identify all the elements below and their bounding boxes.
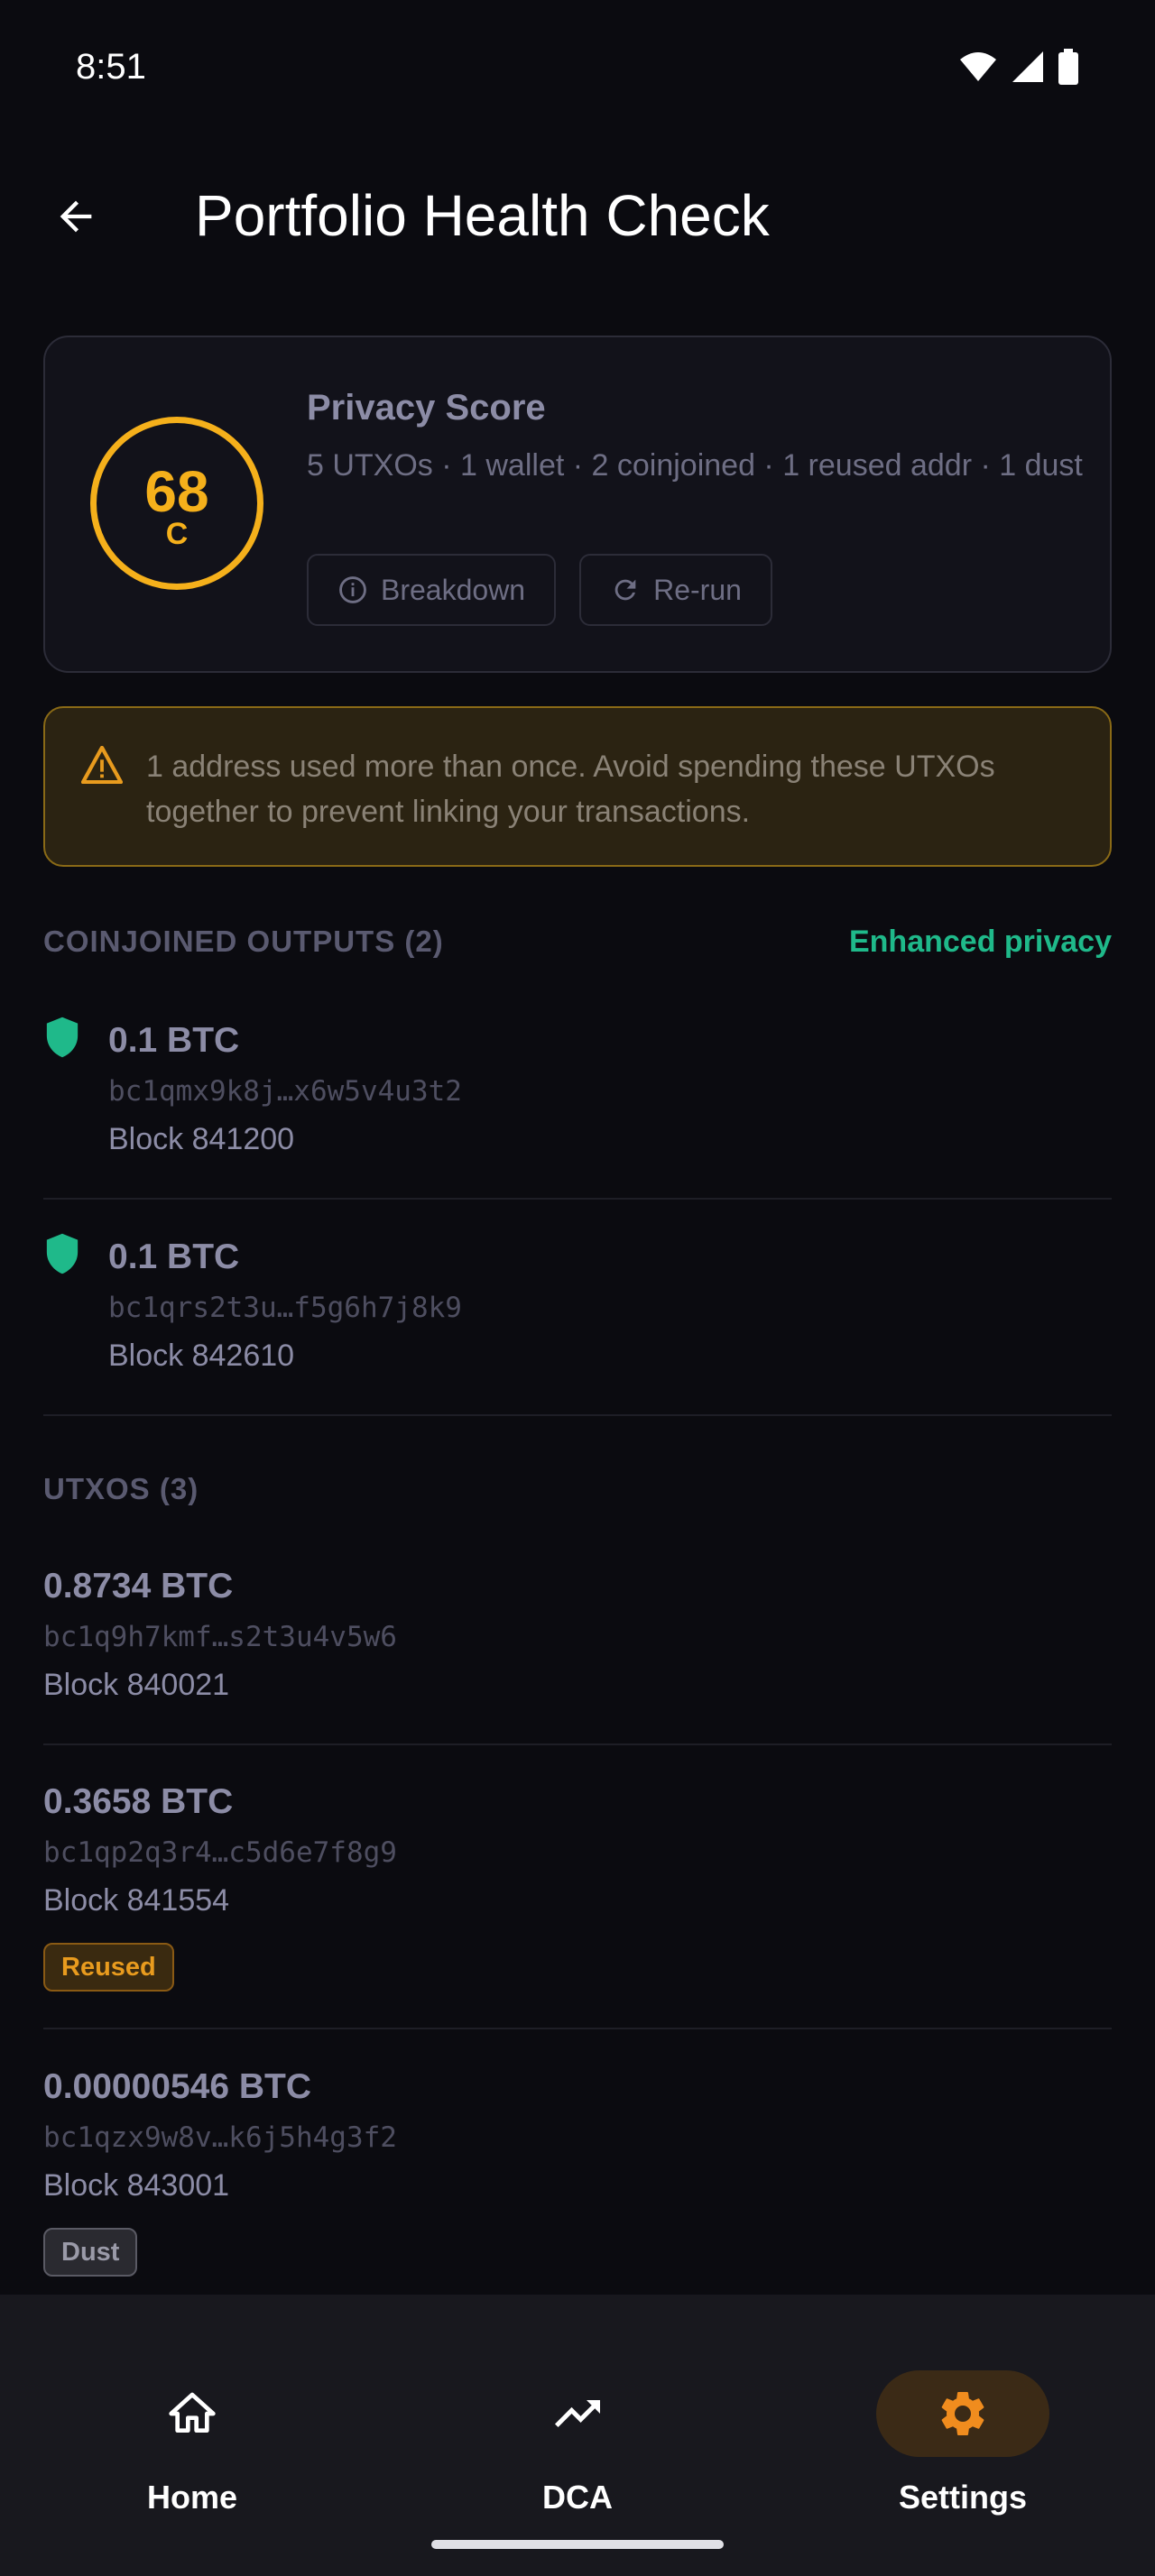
status-time: 8:51 — [76, 47, 146, 87]
utxo-amount: 0.00000546 BTC — [43, 2067, 312, 2106]
utxo-block: Block 841200 — [108, 1122, 295, 1156]
warning-icon — [81, 746, 123, 784]
score-value: 68 — [144, 459, 209, 524]
utxo-amount: 0.8734 BTC — [43, 1567, 234, 1605]
wifi-icon — [960, 52, 996, 81]
score-grade: C — [165, 517, 189, 551]
shield-icon — [46, 1017, 79, 1058]
signal-icon — [1012, 51, 1043, 82]
score-summary: 5 UTXOs · 1 wallet · 2 coinjoined · 1 re… — [307, 448, 1083, 483]
divider — [43, 1743, 1112, 1745]
breakdown-button[interactable]: Breakdown — [307, 554, 557, 626]
nav-item-dca[interactable]: DCA — [442, 2332, 713, 2516]
trending-up-icon — [555, 2400, 600, 2427]
list-item[interactable]: 0.1 BTC bc1qrs2t3u…f5g6h7j8k9 Block 8426… — [43, 1227, 1112, 1416]
nav-label-dca: DCA — [542, 2479, 613, 2516]
battery-icon — [1058, 49, 1078, 85]
home-icon — [169, 2392, 216, 2433]
nav-label-home: Home — [146, 2479, 238, 2516]
rerun-label: Re-run — [653, 573, 742, 606]
utxo-address: bc1qzx9w8v…k6j5h4g3f2 — [43, 2121, 397, 2154]
utxo-block: Block 842610 — [108, 1339, 295, 1373]
page-title: Portfolio Health Check — [195, 183, 770, 248]
dust-badge: Dust — [43, 2228, 138, 2277]
back-button[interactable] — [42, 182, 110, 251]
utxo-block: Block 840021 — [43, 1668, 230, 1702]
nav-label-settings: Settings — [898, 2479, 1027, 2516]
home-indicator[interactable] — [431, 2540, 724, 2549]
list-item[interactable]: 0.3658 BTC bc1qp2q3r4…c5d6e7f8g9 Block 8… — [43, 1771, 1112, 2029]
utxo-amount: 0.1 BTC — [108, 1237, 240, 1276]
score-ring: 68 C — [90, 417, 263, 590]
nav-icon-container-active — [876, 2370, 1049, 2457]
list-item[interactable]: 0.00000546 BTC bc1qzx9w8v…k6j5h4g3f2 Blo… — [43, 2056, 1112, 2293]
gear-icon — [941, 2392, 984, 2435]
list-item[interactable]: 0.8734 BTC bc1q9h7kmf…s2t3u4v5w6 Block 8… — [43, 1556, 1112, 1745]
app-bar: Portfolio Health Check — [0, 162, 1155, 271]
utxo-address: bc1qmx9k8j…x6w5v4u3t2 — [108, 1075, 462, 1108]
nav-icon-container — [491, 2370, 664, 2457]
nav-item-home[interactable]: Home — [57, 2332, 328, 2516]
info-icon — [339, 576, 366, 603]
shield-icon — [46, 1233, 79, 1274]
utxo-address: bc1qrs2t3u…f5g6h7j8k9 — [108, 1292, 462, 1324]
utxo-amount: 0.3658 BTC — [43, 1782, 234, 1821]
utxos-title: UTXOS (3) — [43, 1472, 199, 1505]
breakdown-label: Breakdown — [381, 573, 526, 606]
utxo-amount: 0.1 BTC — [108, 1021, 240, 1060]
utxo-block: Block 841554 — [43, 1883, 230, 1918]
coinjoined-header: COINJOINED OUTPUTS (2) Enhanced privacy — [43, 925, 1112, 970]
privacy-score-card: 68 C Privacy Score 5 UTXOs · 1 wallet · … — [43, 336, 1112, 673]
score-actions: Breakdown Re-run — [307, 554, 772, 626]
divider — [43, 2028, 1112, 2029]
divider — [43, 1414, 1112, 1416]
rerun-button[interactable]: Re-run — [579, 554, 772, 626]
score-title: Privacy Score — [307, 388, 546, 428]
status-bar: 8:51 — [0, 0, 1155, 135]
nav-item-settings[interactable]: Settings — [827, 2332, 1098, 2516]
refresh-icon — [614, 579, 636, 601]
arrow-left-icon — [60, 200, 92, 233]
utxo-block: Block 843001 — [43, 2168, 230, 2203]
divider — [43, 1198, 1112, 1200]
coinjoined-title: COINJOINED OUTPUTS (2) — [43, 925, 444, 958]
nav-icon-container — [106, 2370, 279, 2457]
status-icons — [958, 49, 1079, 85]
warning-text: 1 address used more than once. Avoid spe… — [146, 750, 995, 829]
utxo-address: bc1q9h7kmf…s2t3u4v5w6 — [43, 1621, 397, 1653]
utxos-header: UTXOS (3) — [43, 1472, 1112, 1517]
list-item[interactable]: 0.1 BTC bc1qmx9k8j…x6w5v4u3t2 Block 8412… — [43, 1010, 1112, 1200]
utxo-address: bc1qp2q3r4…c5d6e7f8g9 — [43, 1836, 397, 1869]
bottom-nav: Home DCA Settings — [0, 2295, 1155, 2576]
enhanced-privacy-label: Enhanced privacy — [848, 925, 1112, 959]
reused-badge: Reused — [43, 1943, 174, 1992]
reuse-warning: 1 address used more than once. Avoid spe… — [43, 706, 1112, 867]
